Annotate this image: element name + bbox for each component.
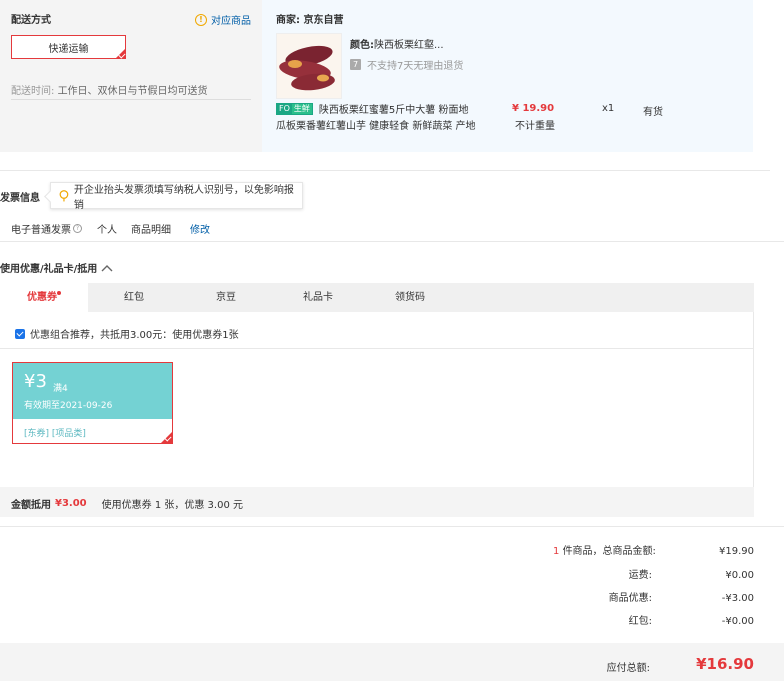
product-name-line2[interactable]: 瓜板栗番薯红薯山芋 健康轻食 新鲜蔬菜 产地 bbox=[276, 117, 476, 132]
delivery-time: 配送时间: 工作日、双休日与节假日均可送货 bbox=[11, 86, 208, 97]
deduct-bar: 金额抵用 ¥3.00 使用优惠券 1 张，优惠 3.00 元 bbox=[0, 487, 754, 517]
matched-goods-link[interactable]: ! 对应商品 bbox=[195, 12, 251, 27]
invoice-type: 电子普通发票 bbox=[11, 225, 71, 236]
coupon-condition: 满4 bbox=[53, 384, 68, 394]
divider bbox=[0, 241, 784, 242]
selected-check-icon bbox=[116, 49, 125, 58]
redpacket-label: 红包: bbox=[628, 616, 652, 627]
tab-pickup-code[interactable]: 领货码 bbox=[364, 283, 456, 312]
product-name-line1[interactable]: FO 生鲜 陕西板栗红蜜薯5斤中大薯 粉面地 bbox=[276, 101, 468, 116]
coupon-tags: [东券] [项品类] bbox=[24, 429, 86, 439]
total-value: ¥16.90 bbox=[696, 655, 754, 673]
tab-redpacket[interactable]: 红包 bbox=[88, 283, 180, 312]
deduct-summary: 使用优惠券 1 张，优惠 3.00 元 bbox=[101, 500, 243, 511]
recommend-checkbox[interactable] bbox=[15, 328, 25, 339]
coupon-expiry: 有效期至2021-09-26 bbox=[24, 401, 113, 411]
tab-coupon[interactable]: 优惠券 bbox=[0, 283, 88, 312]
goods-amount: ¥19.90 bbox=[719, 546, 754, 557]
redpacket-value: -¥0.00 bbox=[721, 616, 754, 627]
discount-label: 商品优惠: bbox=[608, 593, 652, 604]
discount-value: -¥3.00 bbox=[721, 593, 754, 604]
delivery-title: 配送方式 bbox=[11, 15, 51, 26]
tab-jingdou[interactable]: 京豆 bbox=[180, 283, 272, 312]
stock-status: 有货 bbox=[643, 107, 663, 118]
discount-section-toggle[interactable]: 使用优惠/礼品卡/抵用 bbox=[0, 260, 113, 275]
discount-tabs: 优惠券 红包 京豆 礼品卡 领货码 bbox=[0, 283, 754, 312]
coupon-header: ¥3 满4 有效期至2021-09-26 bbox=[13, 363, 172, 419]
freight-value: ¥0.00 bbox=[725, 570, 754, 581]
no-return-icon: 7 bbox=[350, 59, 361, 70]
express-delivery-option[interactable]: 快递运输 bbox=[11, 35, 126, 59]
invoice-edit-link[interactable]: 修改 bbox=[190, 221, 210, 236]
goods-count-label: 1 件商品，总商品金额: bbox=[553, 546, 656, 557]
return-policy: 7 不支持7天无理由退货 bbox=[350, 57, 463, 72]
tab-giftcard[interactable]: 礼品卡 bbox=[272, 283, 364, 312]
invoice-content: 商品明细 bbox=[131, 225, 171, 236]
coupon-amount: ¥3 bbox=[24, 371, 47, 392]
divider bbox=[0, 170, 770, 171]
chevron-up-icon bbox=[101, 264, 113, 271]
product-image[interactable] bbox=[276, 33, 342, 99]
deduct-label: 金额抵用 bbox=[11, 500, 51, 511]
notice-dot bbox=[57, 291, 61, 295]
product-quantity: x1 bbox=[602, 103, 615, 114]
seller-info: 商家: 京东自营 bbox=[276, 15, 344, 26]
coupon-card[interactable]: ¥3 满4 有效期至2021-09-26 [东券] [项品类] bbox=[12, 362, 173, 444]
deduct-value: ¥3.00 bbox=[55, 498, 87, 509]
info-icon: ! bbox=[195, 13, 207, 26]
product-price: ¥ 19.90 bbox=[512, 103, 555, 114]
invoice-title: 发票信息 bbox=[0, 193, 40, 204]
selected-check-icon bbox=[161, 432, 172, 443]
product-color: 颜色:陕西板栗红壑... bbox=[350, 40, 444, 51]
total-label: 应付总额: bbox=[606, 663, 650, 674]
invoice-tip: 开企业抬头发票须填写纳税人识别号，以免影响报销 bbox=[50, 182, 303, 211]
invoice-recipient: 个人 bbox=[97, 225, 117, 236]
divider bbox=[0, 348, 754, 349]
sweet-potato-image bbox=[277, 34, 341, 98]
total-bar: 应付总额: ¥16.90 bbox=[0, 643, 784, 681]
help-icon[interactable]: ? bbox=[73, 224, 82, 233]
fresh-tag: FO 生鲜 bbox=[276, 102, 313, 115]
lightbulb-icon bbox=[59, 189, 69, 201]
freight-label: 运费: bbox=[628, 570, 652, 581]
divider bbox=[0, 526, 784, 527]
recommend-combo[interactable]: 优惠组合推荐，共抵用3.00元：使用优惠券1张 bbox=[15, 326, 239, 341]
weight-note: 不计重量 bbox=[515, 121, 555, 132]
invoice-details: 电子普通发票 ? 个人 商品明细 修改 bbox=[11, 221, 210, 236]
divider bbox=[11, 99, 251, 100]
